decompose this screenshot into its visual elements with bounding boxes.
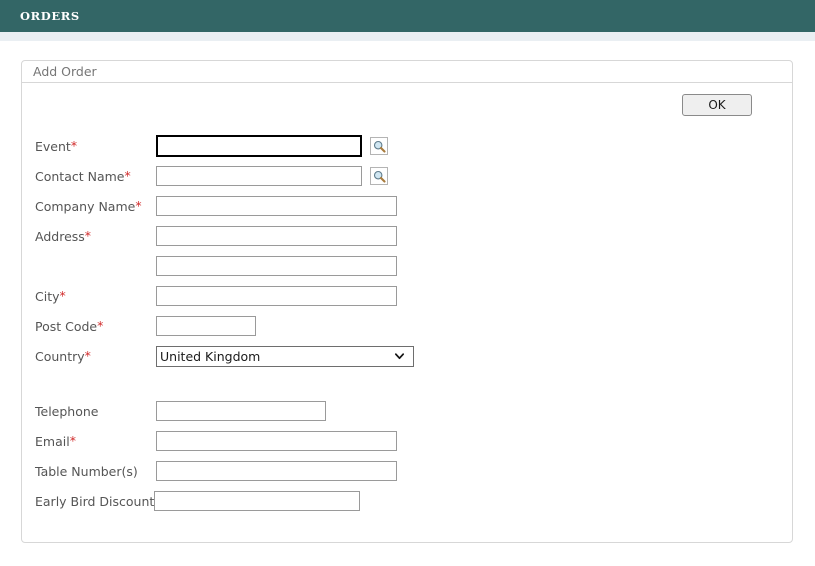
label-col-email: Email * xyxy=(35,434,156,449)
input-table-numbers[interactable] xyxy=(156,461,397,481)
app-banner-title: ORDERS xyxy=(20,9,80,23)
label-telephone: Telephone xyxy=(35,403,99,419)
label-post-code: Post Code xyxy=(35,318,98,334)
required-marker-event: * xyxy=(70,137,78,153)
form-row-post-code: Post Code * xyxy=(35,311,792,341)
input-event[interactable] xyxy=(156,135,362,157)
label-early-bird-discount: Early Bird Discount xyxy=(35,493,155,509)
label-col-table-numbers: Table Number(s) xyxy=(35,464,156,479)
app-banner: ORDERS xyxy=(0,0,815,32)
input-post-code[interactable] xyxy=(156,316,256,336)
label-table-numbers: Table Number(s) xyxy=(35,463,138,479)
select-country[interactable]: United Kingdom xyxy=(156,345,414,367)
form-row-early-bird-discount: Early Bird Discount xyxy=(35,486,792,516)
input-address-line-1[interactable] xyxy=(156,226,397,246)
form-spacer xyxy=(35,371,792,396)
required-marker-country: * xyxy=(84,347,91,363)
search-icon xyxy=(373,170,386,183)
add-order-panel: Add Order OK Event * Contact Name * Comp… xyxy=(21,60,793,543)
panel-wrapper: Add Order OK Event * Contact Name * Comp… xyxy=(0,41,815,543)
form-row-city: City * xyxy=(35,281,792,311)
form-row-address-line-1: Address * xyxy=(35,221,792,251)
add-order-form: Event * Contact Name * Company Name * Ad… xyxy=(22,116,792,516)
form-row-email: Email * xyxy=(35,426,792,456)
input-email[interactable] xyxy=(156,431,397,451)
form-row-contact-name: Contact Name * xyxy=(35,161,792,191)
label-col-country: Country * xyxy=(35,349,156,364)
required-marker-email: * xyxy=(69,432,76,448)
banner-under-strip xyxy=(0,32,815,41)
label-col-event: Event * xyxy=(35,139,156,154)
input-early-bird-discount[interactable] xyxy=(154,491,361,511)
label-col-city: City * xyxy=(35,289,156,304)
input-city[interactable] xyxy=(156,286,397,306)
country-select-shell: United Kingdom xyxy=(156,345,414,367)
panel-header: Add Order xyxy=(22,61,792,83)
form-row-telephone: Telephone xyxy=(35,396,792,426)
label-col-telephone: Telephone xyxy=(35,404,156,419)
input-address-line-2[interactable] xyxy=(156,256,397,276)
label-col-company-name: Company Name * xyxy=(35,199,156,214)
panel-body: OK Event * Contact Name * Company Name *… xyxy=(22,83,792,516)
input-company-name[interactable] xyxy=(156,196,397,216)
label-country: Country xyxy=(35,348,85,364)
input-telephone[interactable] xyxy=(156,401,326,421)
label-company-name: Company Name xyxy=(35,198,136,214)
form-row-country: Country * United Kingdom xyxy=(35,341,792,371)
form-row-event: Event * xyxy=(35,131,792,161)
label-contact-name: Contact Name xyxy=(35,168,125,184)
required-marker-contact-name: * xyxy=(124,167,131,183)
required-marker-company-name: * xyxy=(135,197,142,213)
input-contact-name[interactable] xyxy=(156,166,362,186)
label-city: City xyxy=(35,288,60,304)
label-address: Address xyxy=(35,228,85,244)
panel-action-row: OK xyxy=(22,83,792,116)
label-event: Event xyxy=(35,138,71,154)
label-email: Email xyxy=(35,433,70,449)
ok-button[interactable]: OK xyxy=(682,94,752,116)
form-row-company-name: Company Name * xyxy=(35,191,792,221)
search-icon-event[interactable] xyxy=(370,137,388,155)
label-col-post-code: Post Code * xyxy=(35,319,156,334)
search-icon-contact-name[interactable] xyxy=(370,167,388,185)
label-col-contact-name: Contact Name * xyxy=(35,169,156,184)
label-col-early-bird-discount: Early Bird Discount xyxy=(35,494,154,509)
required-marker-post-code: * xyxy=(97,317,104,333)
form-row-address-line-2 xyxy=(35,251,792,281)
panel-title: Add Order xyxy=(33,64,97,79)
form-row-table-numbers: Table Number(s) xyxy=(35,456,792,486)
search-icon xyxy=(373,140,386,153)
label-col-address: Address * xyxy=(35,229,156,244)
required-marker-city: * xyxy=(59,287,66,303)
required-marker-address: * xyxy=(84,227,92,243)
